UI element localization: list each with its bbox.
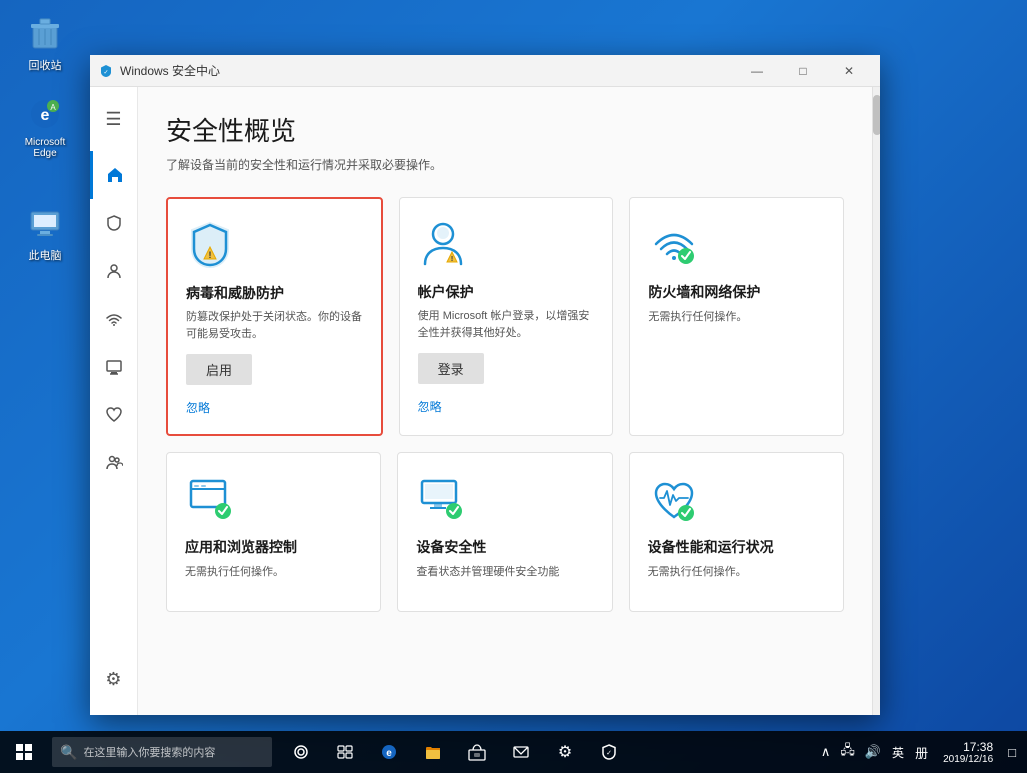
edge-image: e A [25, 94, 65, 134]
account-ignore-link[interactable]: 忽略 [418, 398, 595, 415]
virus-card-title: 病毒和威胁防护 [186, 283, 363, 303]
app-browser-status: 无需执行任何操作。 [185, 563, 362, 579]
taskbar-items: e [280, 731, 630, 773]
svg-text:A: A [50, 103, 56, 112]
account-icon: ! [418, 218, 470, 270]
svg-text:✓: ✓ [103, 70, 108, 76]
title-bar: ✓ Windows 安全中心 — □ ✕ [90, 55, 880, 87]
sidebar-item-device[interactable] [90, 343, 138, 391]
taskbar-edge-button[interactable]: e [368, 731, 410, 773]
recycle-bin-image [25, 14, 65, 54]
account-card-desc: 使用 Microsoft 帐户登录，以增强安全性并获得其他好处。 [418, 308, 595, 341]
virus-ignore-link[interactable]: 忽略 [186, 399, 363, 416]
tray-volume-icon[interactable]: 🔊 [862, 742, 884, 762]
taskbar-right: ∧ 🖧 🔊 英 册 17:38 2019/12/16 □ [810, 731, 1027, 773]
sidebar-item-wifi[interactable] [90, 295, 138, 343]
minimize-button[interactable]: — [734, 55, 780, 87]
sidebar-settings[interactable]: ⚙ [90, 655, 138, 703]
firewall-card-title: 防火墙和网络保护 [648, 282, 825, 302]
maximize-button[interactable]: □ [780, 55, 826, 87]
tray-up-arrow[interactable]: ∧ [818, 742, 834, 762]
clock-time: 17:38 [943, 740, 993, 754]
device-performance-title: 设备性能和运行状况 [648, 537, 825, 557]
device-security-icon [416, 473, 468, 525]
sidebar-item-user[interactable] [90, 247, 138, 295]
signin-button[interactable]: 登录 [418, 353, 484, 384]
this-pc-image [25, 204, 65, 244]
svg-text:!: ! [209, 250, 212, 260]
notification-icon[interactable]: □ [1005, 743, 1019, 762]
sidebar-item-shield[interactable] [90, 199, 138, 247]
device-performance-icon [648, 473, 700, 525]
taskbar-search[interactable]: 🔍 在这里输入你要搜索的内容 [52, 737, 272, 767]
clock[interactable]: 17:38 2019/12/16 [937, 740, 999, 765]
app-browser-icon [185, 473, 237, 525]
edge-icon[interactable]: e A MicrosoftEdge [10, 90, 80, 163]
device-security-title: 设备安全性 [416, 537, 593, 557]
recycle-bin-icon[interactable]: 回收站 [10, 10, 80, 77]
device-performance-status: 无需执行任何操作。 [648, 563, 825, 579]
card-virus-protection[interactable]: ! 病毒和威胁防护 防篡改保护处于关闭状态。你的设备可能易受攻击。 启用 忽略 [166, 197, 383, 436]
taskbar-search-text: 在这里输入你要搜索的内容 [83, 744, 215, 760]
taskbar: 🔍 在这里输入你要搜索的内容 [0, 731, 1027, 773]
firewall-icon [648, 218, 700, 270]
this-pc-icon[interactable]: 此电脑 [10, 200, 80, 267]
taskbar-settings-button[interactable]: ⚙ [544, 731, 586, 773]
edge-label: MicrosoftEdge [25, 137, 66, 159]
card-app-browser[interactable]: 应用和浏览器控制 无需执行任何操作。 [166, 452, 381, 612]
svg-text:!: ! [451, 256, 453, 263]
window-body: ☰ [90, 87, 880, 715]
desktop: 回收站 e A MicrosoftEdge 此电脑 [0, 0, 1027, 773]
card-device-performance[interactable]: 设备性能和运行状况 无需执行任何操作。 [629, 452, 844, 612]
start-button[interactable] [0, 731, 48, 773]
taskbar-search-icon: 🔍 [60, 744, 77, 761]
input-method-icon[interactable]: 册 [912, 741, 931, 764]
sidebar: ☰ [90, 87, 138, 715]
tray-network-icon[interactable]: 🖧 [837, 739, 858, 765]
window-controls: — □ ✕ [734, 55, 872, 87]
card-firewall[interactable]: 防火墙和网络保护 无需执行任何操作。 [629, 197, 844, 436]
main-content: 安全性概览 了解设备当前的安全性和运行情况并采取必要操作。 ! [138, 87, 872, 715]
this-pc-label: 此电脑 [29, 247, 62, 263]
task-view-button[interactable] [324, 731, 366, 773]
window-icon: ✓ [98, 63, 114, 79]
store-button[interactable] [456, 731, 498, 773]
virus-icon: ! [186, 219, 238, 271]
sidebar-item-home[interactable] [90, 151, 138, 199]
mail-button[interactable] [500, 731, 542, 773]
virus-card-desc: 防篡改保护处于关闭状态。你的设备可能易受攻击。 [186, 309, 363, 342]
sidebar-item-heart[interactable] [90, 391, 138, 439]
close-button[interactable]: ✕ [826, 55, 872, 87]
enable-button[interactable]: 启用 [186, 354, 252, 385]
card-device-security[interactable]: 设备安全性 查看状态并管理硬件安全功能 [397, 452, 612, 612]
cortana-button[interactable] [280, 731, 322, 773]
file-explorer-button[interactable] [412, 731, 454, 773]
device-security-status: 查看状态并管理硬件安全功能 [416, 563, 593, 579]
svg-text:✓: ✓ [606, 750, 612, 757]
window-scrollbar[interactable] [872, 87, 880, 715]
clock-date: 2019/12/16 [943, 754, 993, 765]
recycle-bin-label: 回收站 [29, 57, 62, 73]
svg-text:e: e [386, 748, 392, 759]
firewall-card-status: 无需执行任何操作。 [648, 308, 825, 324]
cards-row-1: ! 病毒和威胁防护 防篡改保护处于关闭状态。你的设备可能易受攻击。 启用 忽略 [166, 197, 844, 436]
sidebar-item-family[interactable] [90, 439, 138, 487]
system-tray-icons: ∧ 🖧 🔊 英 册 [818, 739, 931, 765]
security-window: ✓ Windows 安全中心 — □ ✕ ☰ [90, 55, 880, 715]
account-card-title: 帐户保护 [418, 282, 595, 302]
window-title: Windows 安全中心 [120, 62, 734, 79]
sidebar-bottom: ⚙ [90, 655, 138, 715]
taskbar-security-button[interactable]: ✓ [588, 731, 630, 773]
cards-row-2: 应用和浏览器控制 无需执行任何操作。 [166, 452, 844, 612]
app-browser-title: 应用和浏览器控制 [185, 537, 362, 557]
hamburger-menu[interactable]: ☰ [90, 95, 138, 143]
card-account-protection[interactable]: ! 帐户保护 使用 Microsoft 帐户登录，以增强安全性并获得其他好处。 … [399, 197, 614, 436]
page-title: 安全性概览 [166, 111, 844, 148]
page-subtitle: 了解设备当前的安全性和运行情况并采取必要操作。 [166, 156, 844, 173]
language-badge[interactable]: 英 [888, 742, 908, 763]
